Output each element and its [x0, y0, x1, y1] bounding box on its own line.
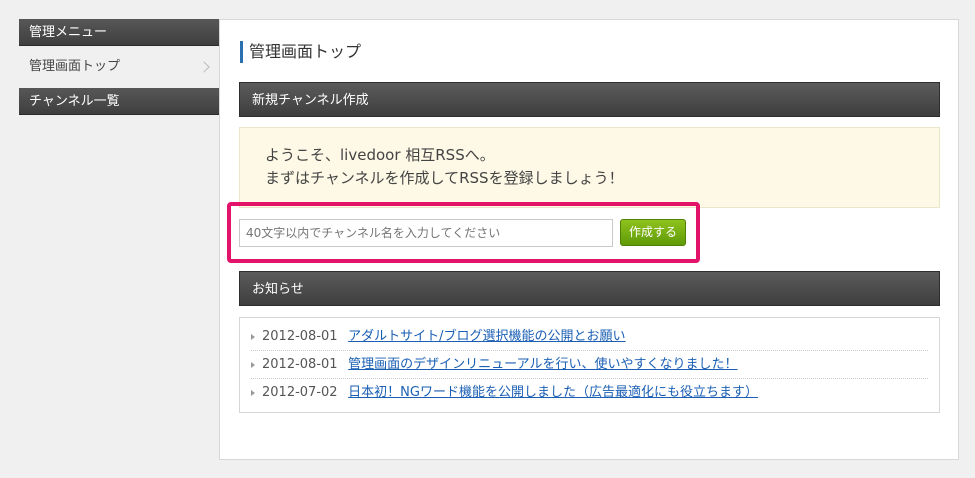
- sidebar: 管理メニュー 管理画面トップ チャンネル一覧: [19, 19, 219, 115]
- new-channel-heading: 新規チャンネル作成: [239, 82, 940, 117]
- welcome-message: ようこそ、livedoor 相互RSSへ。 まずはチャンネルを作成してRSSを登…: [239, 127, 940, 208]
- create-channel-button[interactable]: 作成する: [620, 219, 686, 246]
- list-item: 2012-07-02 日本初！NGワード機能を公開しました（広告最適化にも役立ち…: [251, 379, 928, 407]
- list-item: 2012-08-01 管理画面のデザインリニューアルを行い、使いやすくなりました…: [251, 351, 928, 379]
- list-item: 2012-08-01 アダルトサイト/ブログ選択機能の公開とお願い: [251, 323, 928, 351]
- chevron-right-icon: [198, 61, 210, 73]
- main-panel: 管理画面トップ 新規チャンネル作成 ようこそ、livedoor 相互RSSへ。 …: [219, 19, 959, 460]
- page-title: 管理画面トップ: [240, 41, 361, 63]
- sidebar-item-channel-list[interactable]: チャンネル一覧: [19, 88, 219, 115]
- news-link[interactable]: 管理画面のデザインリニューアルを行い、使いやすくなりました！: [348, 357, 737, 372]
- triangle-bullet-icon: [251, 362, 255, 368]
- triangle-bullet-icon: [251, 390, 255, 396]
- news-date: 2012-07-02: [262, 385, 338, 400]
- news-link[interactable]: 日本初！NGワード機能を公開しました（広告最適化にも役立ちます）: [348, 385, 758, 400]
- welcome-line-2: まずはチャンネルを作成してRSSを登録しましょう！: [265, 169, 624, 187]
- news-link[interactable]: アダルトサイト/ブログ選択機能の公開とお願い: [348, 329, 625, 344]
- news-list: 2012-08-01 アダルトサイト/ブログ選択機能の公開とお願い 2012-0…: [239, 317, 940, 413]
- sidebar-item-admin-top[interactable]: 管理画面トップ: [19, 46, 219, 88]
- news-heading: お知らせ: [239, 271, 940, 306]
- news-date: 2012-08-01: [262, 329, 338, 344]
- news-date: 2012-08-01: [262, 357, 338, 372]
- sidebar-item-label: 管理画面トップ: [29, 59, 121, 74]
- sidebar-menu-heading: 管理メニュー: [19, 19, 219, 46]
- triangle-bullet-icon: [251, 334, 255, 340]
- welcome-line-1: ようこそ、livedoor 相互RSSへ。: [265, 146, 495, 164]
- channel-name-input[interactable]: [239, 219, 613, 247]
